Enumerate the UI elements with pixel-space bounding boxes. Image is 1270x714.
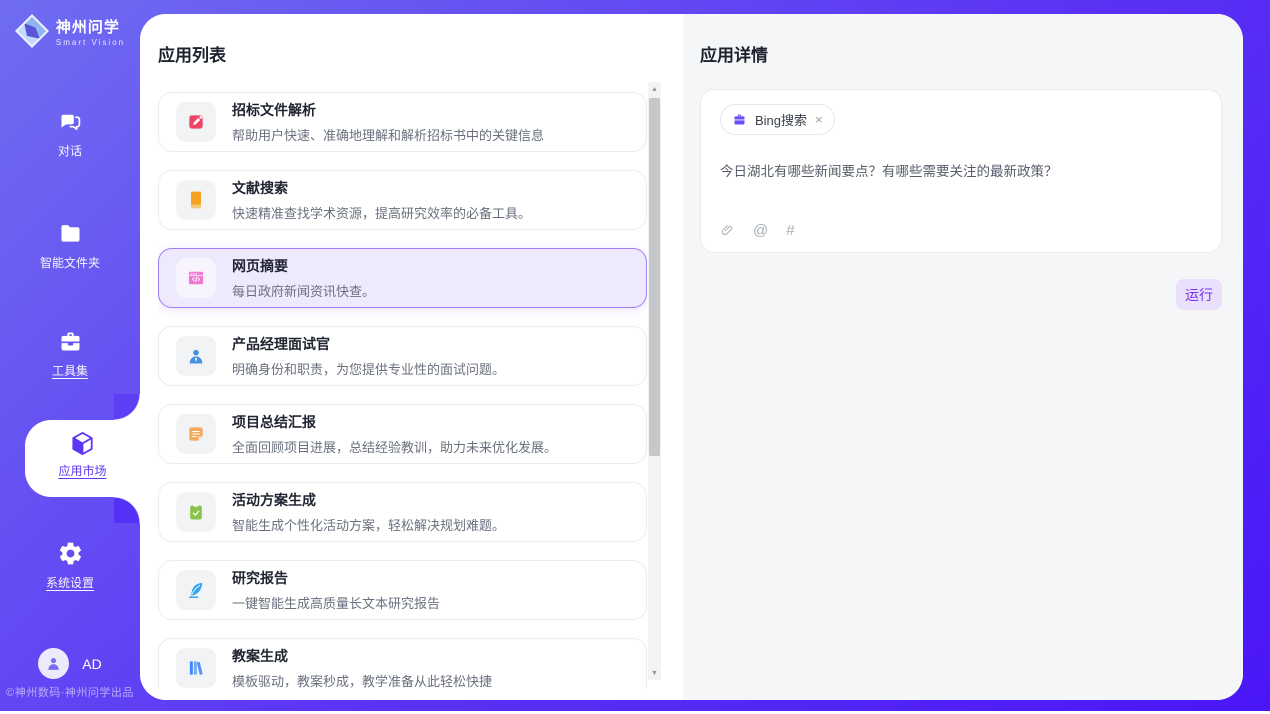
interviewer-icon — [176, 336, 216, 376]
webpage-code-icon — [176, 258, 216, 298]
app-name: 教案生成 — [232, 646, 492, 666]
person-icon — [45, 655, 62, 672]
app-name: 活动方案生成 — [232, 490, 505, 510]
app-card-research-report[interactable]: 研究报告 一键智能生成高质量长文本研究报告 — [158, 560, 647, 620]
app-detail-panel: 应用详情 Bing搜索 × 今日湖北有哪些新闻要点？有哪些需要关注的最新政策？ … — [683, 14, 1243, 700]
cube-icon — [68, 429, 97, 458]
app-card-literature-search[interactable]: 文献搜索 快速精准查找学术资源，提高研究效率的必备工具。 — [158, 170, 647, 230]
user-row[interactable]: AD — [0, 648, 140, 679]
app-desc: 全面回顾项目进展，总结经验教训，助力未来优化发展。 — [232, 437, 557, 456]
app-desc: 每日政府新闻资讯快查。 — [232, 281, 375, 300]
app-desc: 帮助用户快速、准确地理解和解析招标书中的关键信息 — [232, 125, 544, 144]
sidebar-item-settings[interactable]: 系统设置 — [0, 540, 140, 592]
app-list-title: 应用列表 — [158, 41, 683, 66]
app-desc: 模板驱动，教案秒成，教学准备从此轻松快捷 — [232, 671, 492, 689]
sidebar-item-toolset[interactable]: 工具集 — [0, 328, 140, 380]
list-scrollbar[interactable]: ▲ ▼ — [648, 82, 661, 680]
app-name: 项目总结汇报 — [232, 412, 557, 432]
mention-icon[interactable]: @ — [753, 222, 768, 239]
folder-icon — [57, 220, 84, 247]
brand-name: 神州问学 — [56, 16, 125, 37]
app-name: 网页摘要 — [232, 256, 375, 276]
book-icon — [176, 180, 216, 220]
brand-subtitle: Smart Vision — [56, 38, 125, 47]
app-card-event-plan[interactable]: 活动方案生成 智能生成个性化活动方案，轻松解决规划难题。 — [158, 482, 647, 542]
app-card-project-summary[interactable]: 项目总结汇报 全面回顾项目进展，总结经验教训，助力未来优化发展。 — [158, 404, 647, 464]
user-initials: AD — [82, 656, 101, 672]
app-list-panel: 应用列表 招标文件解析 帮助用户快速、准确地理解和解析招标书中的关键信息 文献搜… — [140, 14, 683, 700]
clipboard-check-icon — [176, 492, 216, 532]
sidebar-item-label: 应用市场 — [58, 462, 106, 479]
prompt-input-card[interactable]: Bing搜索 × 今日湖北有哪些新闻要点？有哪些需要关注的最新政策？ @ # — [700, 89, 1222, 253]
app-name: 招标文件解析 — [232, 100, 544, 120]
sidebar-item-chat[interactable]: 对话 — [0, 108, 140, 160]
scroll-up-arrow-icon[interactable]: ▲ — [648, 82, 661, 96]
app-name: 产品经理面试官 — [232, 334, 505, 354]
memo-icon — [176, 414, 216, 454]
hash-icon[interactable]: # — [786, 222, 794, 239]
document-edit-icon — [176, 102, 216, 142]
app-detail-title: 应用详情 — [700, 41, 1222, 66]
app-card-pm-interviewer[interactable]: 产品经理面试官 明确身份和职责，为您提供专业性的面试问题。 — [158, 326, 647, 386]
sidebar-item-label: 智能文件夹 — [40, 254, 100, 271]
briefcase-icon — [732, 112, 747, 127]
sidebar-item-label: 系统设置 — [46, 574, 94, 591]
scroll-down-arrow-icon[interactable]: ▼ — [648, 666, 661, 680]
main-panel: 应用列表 招标文件解析 帮助用户快速、准确地理解和解析招标书中的关键信息 文献搜… — [140, 14, 1243, 700]
app-desc: 一键智能生成高质量长文本研究报告 — [232, 593, 440, 612]
sidebar-item-label: 对话 — [58, 142, 82, 159]
sidebar-item-label: 工具集 — [52, 362, 88, 379]
gear-icon — [57, 540, 84, 567]
sidebar: 神州问学 Smart Vision 对话 智能文件夹 工具集 — [0, 0, 140, 711]
sidebar-item-smart-folder[interactable]: 智能文件夹 — [0, 220, 140, 272]
attachment-toolbar: @ # — [720, 222, 795, 239]
app-card-lesson-plan[interactable]: 教案生成 模板驱动，教案秒成，教学准备从此轻松快捷 — [158, 638, 647, 689]
brand-diamond-icon — [15, 14, 49, 48]
app-name: 研究报告 — [232, 568, 440, 588]
app-card-bid-document-parsing[interactable]: 招标文件解析 帮助用户快速、准确地理解和解析招标书中的关键信息 — [158, 92, 647, 152]
research-report-icon — [176, 570, 216, 610]
sidebar-item-app-market[interactable]: 应用市场 — [25, 420, 140, 497]
app-name: 文献搜索 — [232, 178, 531, 198]
chip-close-icon[interactable]: × — [815, 112, 823, 127]
books-icon — [176, 648, 216, 688]
copyright-footer: ©神州数码·神州问学出品 — [0, 684, 140, 700]
app-desc: 智能生成个性化活动方案，轻松解决规划难题。 — [232, 515, 505, 534]
query-text[interactable]: 今日湖北有哪些新闻要点？有哪些需要关注的最新政策？ — [720, 160, 1202, 180]
brand-logo: 神州问学 Smart Vision — [0, 14, 140, 48]
chat-icon — [57, 108, 84, 135]
toolbox-icon — [57, 328, 84, 355]
scrollbar-thumb[interactable] — [649, 98, 660, 456]
tool-chip-label: Bing搜索 — [755, 110, 807, 129]
app-cards-scroll-area: 招标文件解析 帮助用户快速、准确地理解和解析招标书中的关键信息 文献搜索 快速精… — [158, 92, 647, 689]
app-desc: 明确身份和职责，为您提供专业性的面试问题。 — [232, 359, 505, 378]
avatar[interactable] — [38, 648, 69, 679]
tool-chip-bing-search[interactable]: Bing搜索 × — [720, 104, 835, 135]
run-button[interactable]: 运行 — [1176, 279, 1222, 310]
paperclip-icon[interactable] — [720, 223, 735, 239]
app-card-webpage-summary[interactable]: 网页摘要 每日政府新闻资讯快查。 — [158, 248, 647, 308]
app-desc: 快速精准查找学术资源，提高研究效率的必备工具。 — [232, 203, 531, 222]
